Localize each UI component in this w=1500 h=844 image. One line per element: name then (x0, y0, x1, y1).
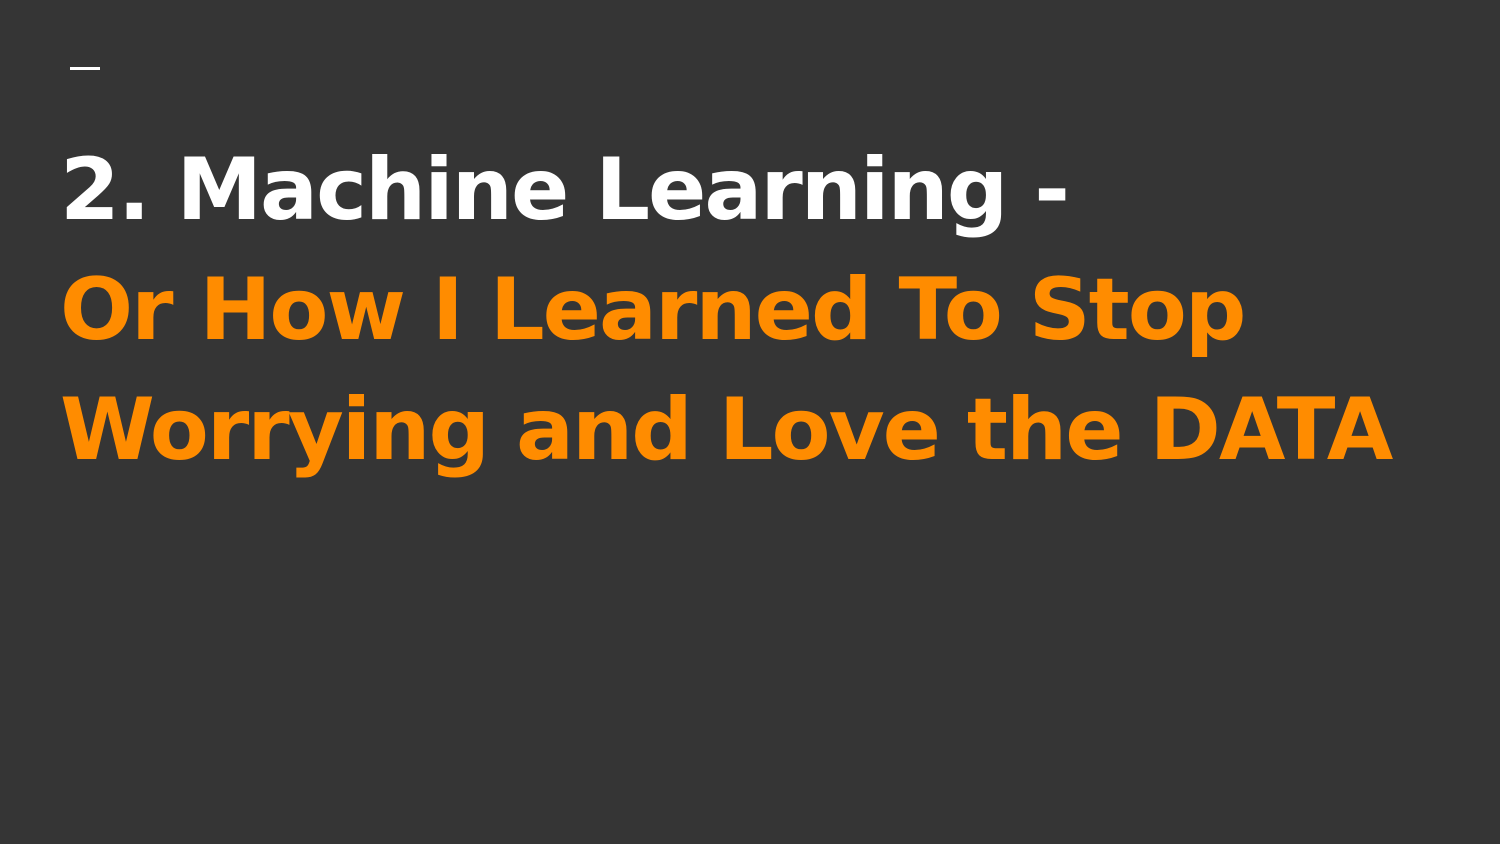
title-line-primary: 2. Machine Learning - (60, 140, 1070, 240)
title-line-subtitle-2: Worrying and Love the DATA (60, 380, 1393, 480)
accent-bar (70, 67, 100, 70)
slide: 2. Machine Learning - Or How I Learned T… (0, 0, 1500, 844)
title-line-subtitle-1: Or How I Learned To Stop (60, 260, 1246, 360)
slide-title: 2. Machine Learning - Or How I Learned T… (60, 130, 1480, 490)
